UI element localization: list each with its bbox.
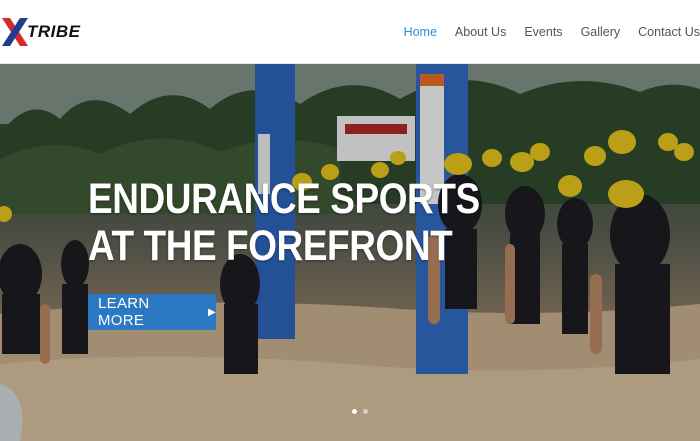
nav-item-gallery[interactable]: Gallery bbox=[572, 25, 630, 39]
hero-slider: ENDURANCE SPORTS AT THE FOREFRONT LEARN … bbox=[0, 64, 700, 441]
learn-more-label: LEARN MORE bbox=[98, 295, 150, 329]
nav-item-home[interactable]: Home bbox=[395, 25, 446, 39]
main-nav: Home About Us Events Gallery Contact Us bbox=[395, 0, 700, 64]
x-logo-icon bbox=[2, 18, 28, 46]
nav-item-contact-us[interactable]: Contact Us bbox=[629, 25, 700, 39]
slider-dot-1[interactable] bbox=[352, 409, 357, 414]
hero-title-line-2: AT THE FOREFRONT bbox=[88, 222, 453, 270]
slider-dot-2[interactable] bbox=[363, 409, 368, 414]
chevron-right-icon: ▶ bbox=[208, 306, 216, 318]
hero-title-line-1: ENDURANCE SPORTS bbox=[88, 175, 480, 223]
site-logo[interactable]: TRIBE bbox=[0, 14, 90, 50]
slider-pagination bbox=[352, 409, 368, 414]
learn-more-button[interactable]: LEARN MORE ▶ bbox=[88, 294, 216, 330]
site-header: TRIBE Home About Us Events Gallery Conta… bbox=[0, 0, 700, 64]
logo-text: TRIBE bbox=[27, 22, 81, 41]
hero-title: ENDURANCE SPORTS AT THE FOREFRONT bbox=[88, 175, 480, 270]
nav-item-about-us[interactable]: About Us bbox=[446, 25, 515, 39]
nav-item-events[interactable]: Events bbox=[515, 25, 571, 39]
